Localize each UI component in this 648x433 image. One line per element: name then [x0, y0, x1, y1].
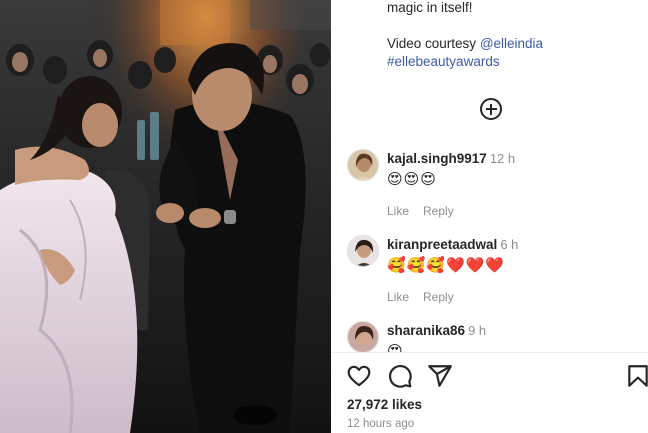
comment-time: 9 h — [468, 323, 487, 338]
avatar[interactable] — [347, 321, 379, 353]
reply-comment-button[interactable]: Reply — [423, 290, 454, 304]
comment-time: 12 h — [489, 151, 516, 166]
comment-text: 😍😍😍 — [387, 171, 437, 188]
comment-icon[interactable] — [387, 363, 413, 389]
heart-icon[interactable] — [346, 363, 372, 389]
comment-body: kajal.singh9917 12 h 😍😍😍 Like Reply — [387, 150, 637, 218]
likes-count[interactable]: 27,972 likes — [347, 397, 422, 412]
like-comment-button[interactable]: Like — [387, 290, 409, 304]
bookmark-icon[interactable] — [625, 363, 648, 389]
caption-courtesy-prefix: Video courtesy — [387, 36, 480, 51]
comment-username[interactable]: kajal.singh9917 — [387, 151, 487, 166]
caption-courtesy: Video courtesy @elleindia — [387, 35, 543, 53]
caption-hashtag-row: #ellebeautyawards — [387, 53, 500, 71]
comment-text: 🥰🥰🥰❤️❤️❤️ — [387, 257, 506, 274]
post-photo — [0, 0, 331, 433]
avatar[interactable] — [347, 235, 379, 267]
comment-time: 6 h — [500, 237, 519, 252]
post-media[interactable] — [0, 0, 331, 433]
mention-link[interactable]: @elleindia — [480, 36, 543, 51]
post-timestamp: 12 hours ago — [347, 418, 415, 430]
share-icon[interactable] — [427, 363, 453, 389]
post-actions-bar: 27,972 likes 12 hours ago — [331, 352, 648, 433]
hashtag-link[interactable]: #ellebeautyawards — [387, 54, 500, 69]
post-details-panel: magic in itself! Video courtesy @elleind… — [331, 0, 648, 433]
comment-username[interactable]: sharanika86 — [387, 323, 465, 338]
load-more-comments-button[interactable] — [480, 98, 502, 120]
like-comment-button[interactable]: Like — [387, 204, 409, 218]
avatar[interactable] — [347, 149, 379, 181]
caption-text: magic in itself! — [387, 0, 473, 15]
comment-username[interactable]: kiranpreetaadwal — [387, 237, 497, 252]
reply-comment-button[interactable]: Reply — [423, 204, 454, 218]
comment-body: kiranpreetaadwal 6 h 🥰🥰🥰❤️❤️❤️ Like Reply — [387, 236, 637, 304]
